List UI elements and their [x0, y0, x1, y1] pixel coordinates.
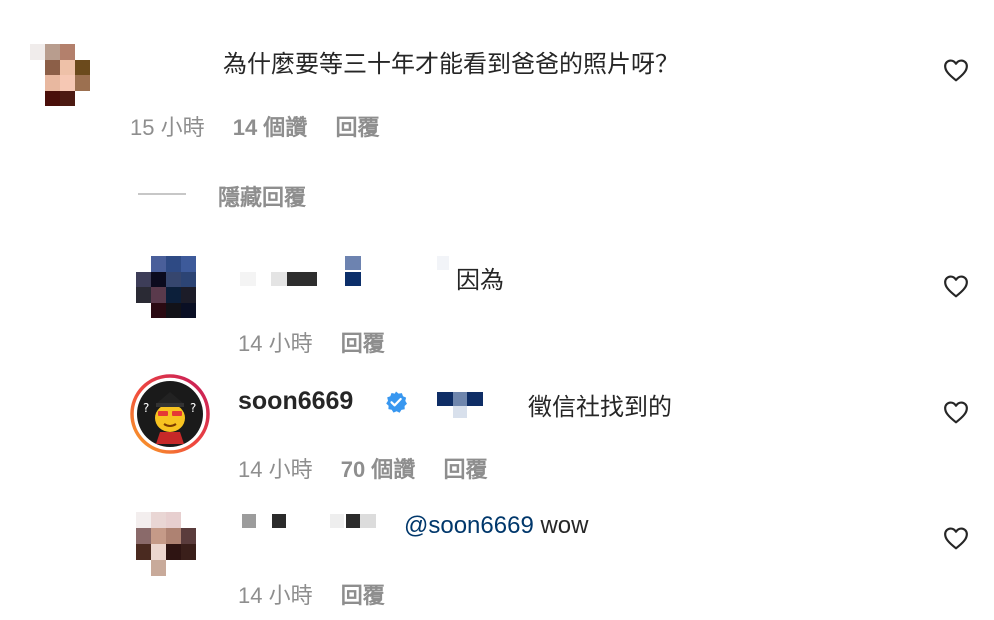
- comment-time: 15 小時: [130, 115, 205, 140]
- comment-meta: 14 小時 70 個讚 回覆: [238, 452, 487, 484]
- hide-replies-line: [138, 193, 186, 195]
- story-ring-avatar-icon: ? ?: [130, 374, 210, 454]
- username-redacted[interactable]: [240, 272, 256, 286]
- mention-link[interactable]: @soon6669: [404, 512, 534, 539]
- comment-text: @soon6669 wow: [404, 512, 588, 540]
- reply-button[interactable]: 回覆: [341, 331, 385, 356]
- comment-text: 徵信社找到的: [528, 394, 672, 421]
- heart-outline-icon[interactable]: [943, 526, 969, 550]
- username-redacted[interactable]: [360, 514, 376, 528]
- redacted-block: [437, 392, 453, 406]
- avatar[interactable]: [136, 256, 196, 318]
- comment-meta: 15 小時 14 個讚 回覆: [130, 110, 379, 142]
- username-redacted[interactable]: [242, 514, 256, 528]
- hide-replies-button[interactable]: 隱藏回覆: [218, 180, 306, 212]
- verified-badge-icon: [386, 391, 407, 413]
- avatar[interactable]: [30, 44, 90, 106]
- redacted-block: [453, 392, 467, 406]
- reply-button[interactable]: 回覆: [443, 457, 487, 482]
- redacted-block: [453, 406, 467, 418]
- heart-outline-icon[interactable]: [943, 400, 969, 424]
- username-redacted[interactable]: [346, 514, 360, 528]
- comment-meta: 14 小時 回覆: [238, 578, 385, 610]
- username-redacted[interactable]: [287, 272, 317, 286]
- redacted-block: [345, 256, 361, 270]
- svg-text:?: ?: [143, 401, 149, 415]
- avatar[interactable]: ? ?: [130, 374, 210, 454]
- comment-time: 14 小時: [238, 583, 313, 608]
- redacted-block: [345, 272, 361, 286]
- username-redacted[interactable]: [271, 272, 287, 286]
- comment-time: 14 小時: [238, 331, 313, 356]
- reply-button[interactable]: 回覆: [341, 583, 385, 608]
- avatar[interactable]: [136, 512, 196, 576]
- comment-meta: 14 小時 回覆: [238, 326, 385, 358]
- comment-text: 因為: [456, 267, 504, 294]
- redacted-block: [467, 392, 483, 406]
- heart-outline-icon[interactable]: [943, 274, 969, 298]
- heart-outline-icon[interactable]: [943, 58, 969, 82]
- redacted-block: [437, 256, 449, 270]
- reply-button[interactable]: 回覆: [335, 115, 379, 140]
- username[interactable]: soon6669: [238, 387, 353, 416]
- comment-text: 為什麼要等三十年才能看到爸爸的照片呀？: [223, 51, 679, 78]
- svg-text:?: ?: [190, 401, 196, 415]
- like-count[interactable]: 70 個讚: [341, 457, 416, 482]
- comment-body: wow: [540, 512, 589, 539]
- like-count[interactable]: 14 個讚: [233, 115, 308, 140]
- username-redacted[interactable]: [272, 514, 286, 528]
- comment-time: 14 小時: [238, 457, 313, 482]
- username-redacted[interactable]: [330, 514, 344, 528]
